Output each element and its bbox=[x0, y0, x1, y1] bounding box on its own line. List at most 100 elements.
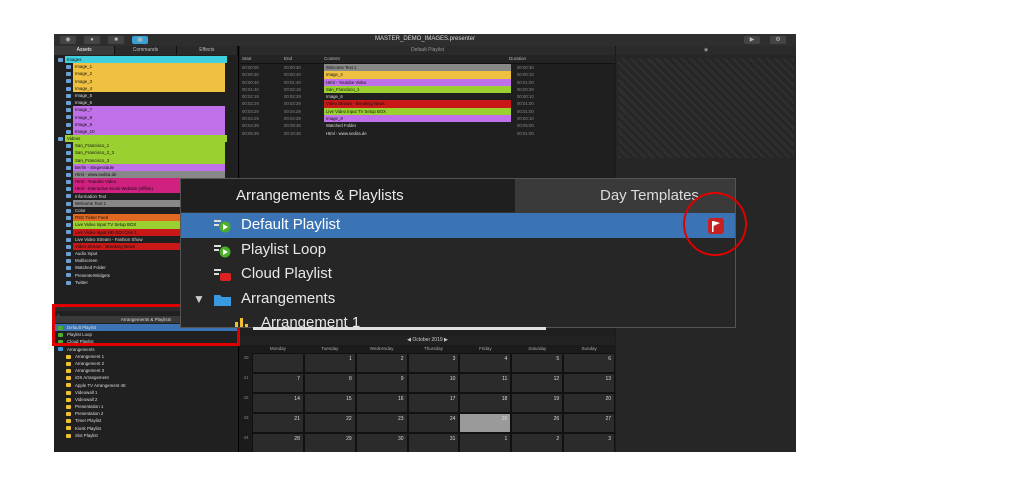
cell-content: Video Stream - Breaking News bbox=[324, 100, 511, 108]
asset-item[interactable]: Image_8 bbox=[54, 113, 238, 121]
asset-item[interactable]: Berlin - Siegessäule bbox=[54, 163, 238, 171]
playlist-tree-item[interactable]: Timer Playlist bbox=[54, 417, 238, 424]
list-item-arrangement-1[interactable]: Arrangement 1 bbox=[181, 311, 735, 327]
next-month-icon[interactable]: ▶ bbox=[444, 337, 448, 343]
asset-item[interactable]: Image_4 bbox=[54, 84, 238, 92]
calendar-day[interactable]: 2 bbox=[355, 353, 408, 373]
calendar-day[interactable]: 16 bbox=[355, 393, 408, 413]
asset-item[interactable]: San_Francisco_3 bbox=[54, 156, 238, 164]
asset-type-icon bbox=[66, 187, 71, 192]
calendar-day[interactable]: 2 bbox=[511, 433, 564, 452]
calendar-day[interactable]: 7 bbox=[252, 373, 304, 393]
calendar-day[interactable]: 28 bbox=[252, 433, 304, 452]
playlist-tree-item[interactable]: Presentation 2 bbox=[54, 410, 238, 417]
calendar-day[interactable]: 5 bbox=[511, 353, 564, 373]
asset-label: Live Video Stream - Fashion Show bbox=[75, 236, 143, 242]
calendar-day[interactable]: 15 bbox=[303, 393, 356, 413]
list-item-cloud-playlist[interactable]: Cloud Playlist bbox=[181, 262, 735, 287]
calendar-day[interactable]: 25 bbox=[459, 413, 512, 433]
asset-item[interactable]: Image_7 bbox=[54, 106, 238, 114]
playlist-tree-item[interactable]: iOS Arrangement bbox=[54, 374, 238, 381]
asset-item[interactable]: Image_1 bbox=[54, 63, 238, 71]
play-icon[interactable]: ▶ bbox=[744, 36, 760, 44]
col-content[interactable]: Content bbox=[324, 55, 509, 63]
playlist-tree-item[interactable]: Slot Playlist bbox=[54, 432, 238, 439]
asset-type-icon bbox=[66, 129, 71, 134]
calendar-day[interactable]: 17 bbox=[407, 393, 460, 413]
calendar-weekdays: Monday Tuesday Wednesday Thursday Friday Satu… bbox=[252, 345, 615, 353]
scrollbar[interactable] bbox=[253, 327, 546, 330]
playlist-tree-item[interactable]: Apple TV Arrangement 4K bbox=[54, 382, 238, 389]
calendar-day[interactable]: 10 bbox=[407, 373, 460, 393]
calendar-day[interactable]: 9 bbox=[355, 373, 408, 393]
calendar-day[interactable] bbox=[252, 353, 304, 373]
settings-icon[interactable]: ⚙ bbox=[770, 36, 786, 44]
playlist-tree-item[interactable]: Presentation 1 bbox=[54, 403, 238, 410]
playlist-tree-item[interactable]: Videowall 2 bbox=[54, 396, 238, 403]
table-row[interactable]: 00:01:40 00:02:19 San_Francisco_1 00:00:39 bbox=[240, 85, 615, 94]
table-row[interactable]: 00:02:19 00:02:29 Image_6 00:00:10 bbox=[240, 93, 615, 100]
playlist-tree-item[interactable]: Arrangement 1 bbox=[54, 353, 238, 360]
calendar-day[interactable]: 3 bbox=[407, 353, 460, 373]
calendar-day[interactable]: 31 bbox=[407, 433, 460, 452]
asset-item[interactable]: Videos bbox=[54, 135, 238, 143]
asset-type-icon bbox=[66, 223, 71, 228]
calendar-day[interactable]: 26 bbox=[511, 413, 564, 433]
list-item-default-playlist[interactable]: Default Playlist bbox=[181, 213, 735, 238]
list-item-arrangements[interactable]: ▼ Arrangements bbox=[181, 287, 735, 312]
table-row[interactable]: 00:09:39 00:10:39 Html - www.sedira.de 00:0… bbox=[240, 130, 615, 137]
calendar-day[interactable]: 1 bbox=[459, 433, 512, 452]
disclosure-triangle-icon[interactable]: ▼ bbox=[193, 287, 205, 312]
calendar-day[interactable]: 14 bbox=[252, 393, 304, 413]
asset-item[interactable]: Image_2 bbox=[54, 70, 238, 78]
asset-item[interactable]: Image_3 bbox=[54, 77, 238, 85]
asset-item[interactable]: Image_6 bbox=[54, 99, 238, 106]
calendar-day[interactable]: 18 bbox=[459, 393, 512, 413]
calendar-day[interactable]: 19 bbox=[511, 393, 564, 413]
calendar-day[interactable]: 13 bbox=[563, 373, 616, 393]
table-row[interactable]: 00:00:40 00:01:40 Html - Youtube Video 00:0… bbox=[240, 78, 615, 86]
table-row[interactable]: 00:04:39 00:09:39 Watched Folder 00:05:00 bbox=[240, 122, 615, 129]
eye-icon[interactable]: ◉ bbox=[704, 47, 708, 53]
calendar-day[interactable]: 24 bbox=[407, 413, 460, 433]
calendar-day[interactable]: 8 bbox=[303, 373, 356, 393]
table-row[interactable]: 00:02:29 00:03:29 Video Stream - Breaking … bbox=[240, 100, 615, 108]
tab-assets[interactable]: Assets bbox=[54, 46, 116, 55]
calendar-day[interactable]: 30 bbox=[355, 433, 408, 452]
asset-item[interactable]: Images bbox=[54, 56, 238, 64]
cloud-playlist-icon bbox=[214, 269, 231, 281]
col-duration[interactable]: Duration bbox=[509, 55, 615, 63]
table-row[interactable]: 00:03:29 00:04:29 Live Video Input TV Setu… bbox=[240, 107, 615, 116]
asset-item[interactable]: Image_10 bbox=[54, 127, 238, 136]
playlist-tree-item[interactable]: Arrangement 2 bbox=[54, 360, 238, 367]
col-end[interactable]: End bbox=[284, 55, 324, 63]
col-start[interactable]: Start bbox=[240, 55, 284, 63]
calendar-day[interactable]: 22 bbox=[303, 413, 356, 433]
calendar-day[interactable]: 12 bbox=[511, 373, 564, 393]
calendar-day[interactable]: 23 bbox=[355, 413, 408, 433]
table-row[interactable]: 00:00:30 00:00:40 Image_4 00:00:10 bbox=[240, 71, 615, 79]
asset-item[interactable]: Image_9 bbox=[54, 120, 238, 128]
list-item-playlist-loop[interactable]: Playlist Loop bbox=[181, 238, 735, 263]
asset-item[interactable]: Image_5 bbox=[54, 92, 238, 99]
calendar-day[interactable]: 11 bbox=[459, 373, 512, 393]
tab-commands[interactable]: Commands bbox=[115, 46, 177, 55]
calendar-day[interactable]: 3 bbox=[563, 433, 616, 452]
playlist-tree-item[interactable]: Videowall 1 bbox=[54, 389, 238, 396]
playlist-tree-item[interactable]: Arrangements bbox=[54, 346, 238, 353]
calendar-day[interactable]: 29 bbox=[303, 433, 356, 452]
calendar-day[interactable]: 20 bbox=[563, 393, 616, 413]
calendar-day[interactable]: 4 bbox=[459, 353, 512, 373]
playlist-tree-item[interactable]: Arrangement 3 bbox=[54, 367, 238, 374]
table-row[interactable]: 00:04:29 00:04:39 Image_8 00:00:10 bbox=[240, 115, 615, 123]
table-row[interactable]: 00:00:00 00:00:30 Welcome Text 1 00:00:30 bbox=[240, 64, 615, 72]
playlist-tree-item[interactable]: Kiosk Playlist bbox=[54, 425, 238, 432]
asset-item[interactable]: San_Francisco_2_3 bbox=[54, 149, 238, 157]
calendar-day[interactable]: 21 bbox=[252, 413, 304, 433]
tab-arrangements-playlists[interactable]: Arrangements & Playlists bbox=[181, 179, 515, 213]
tab-effects[interactable]: Effects bbox=[177, 46, 238, 55]
calendar-day[interactable]: 1 bbox=[303, 353, 356, 373]
calendar-day[interactable]: 6 bbox=[563, 353, 616, 373]
calendar-day[interactable]: 27 bbox=[563, 413, 616, 433]
asset-item[interactable]: San_Francisco_1 bbox=[54, 142, 238, 150]
